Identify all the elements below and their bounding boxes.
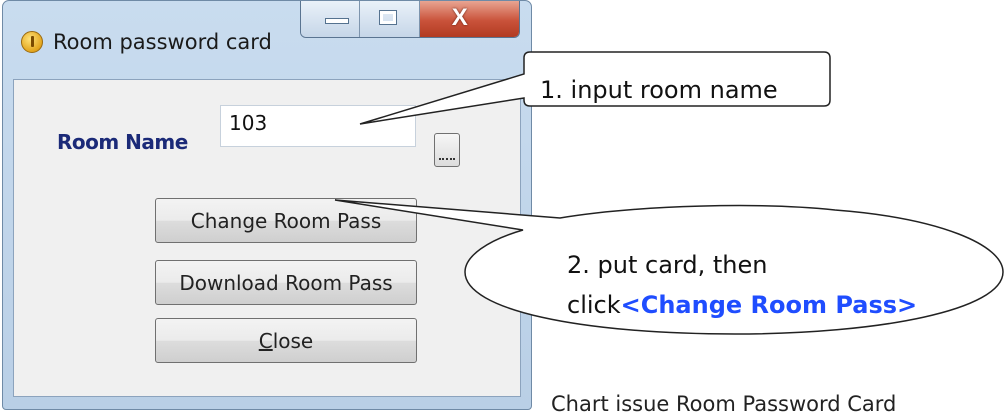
figure-caption: Chart issue Room Password Card [551,392,897,416]
callout-step2-highlight: <Change Room Pass> [620,291,918,319]
callout-step1-text: 1. input room name [540,76,778,104]
callout-step2-click: click [567,291,621,319]
callout-step2-line2: click<Change Room Pass> [567,291,917,319]
callout-overlay [334,51,1004,335]
callout-step2-line1: 2. put card, then [567,251,768,279]
